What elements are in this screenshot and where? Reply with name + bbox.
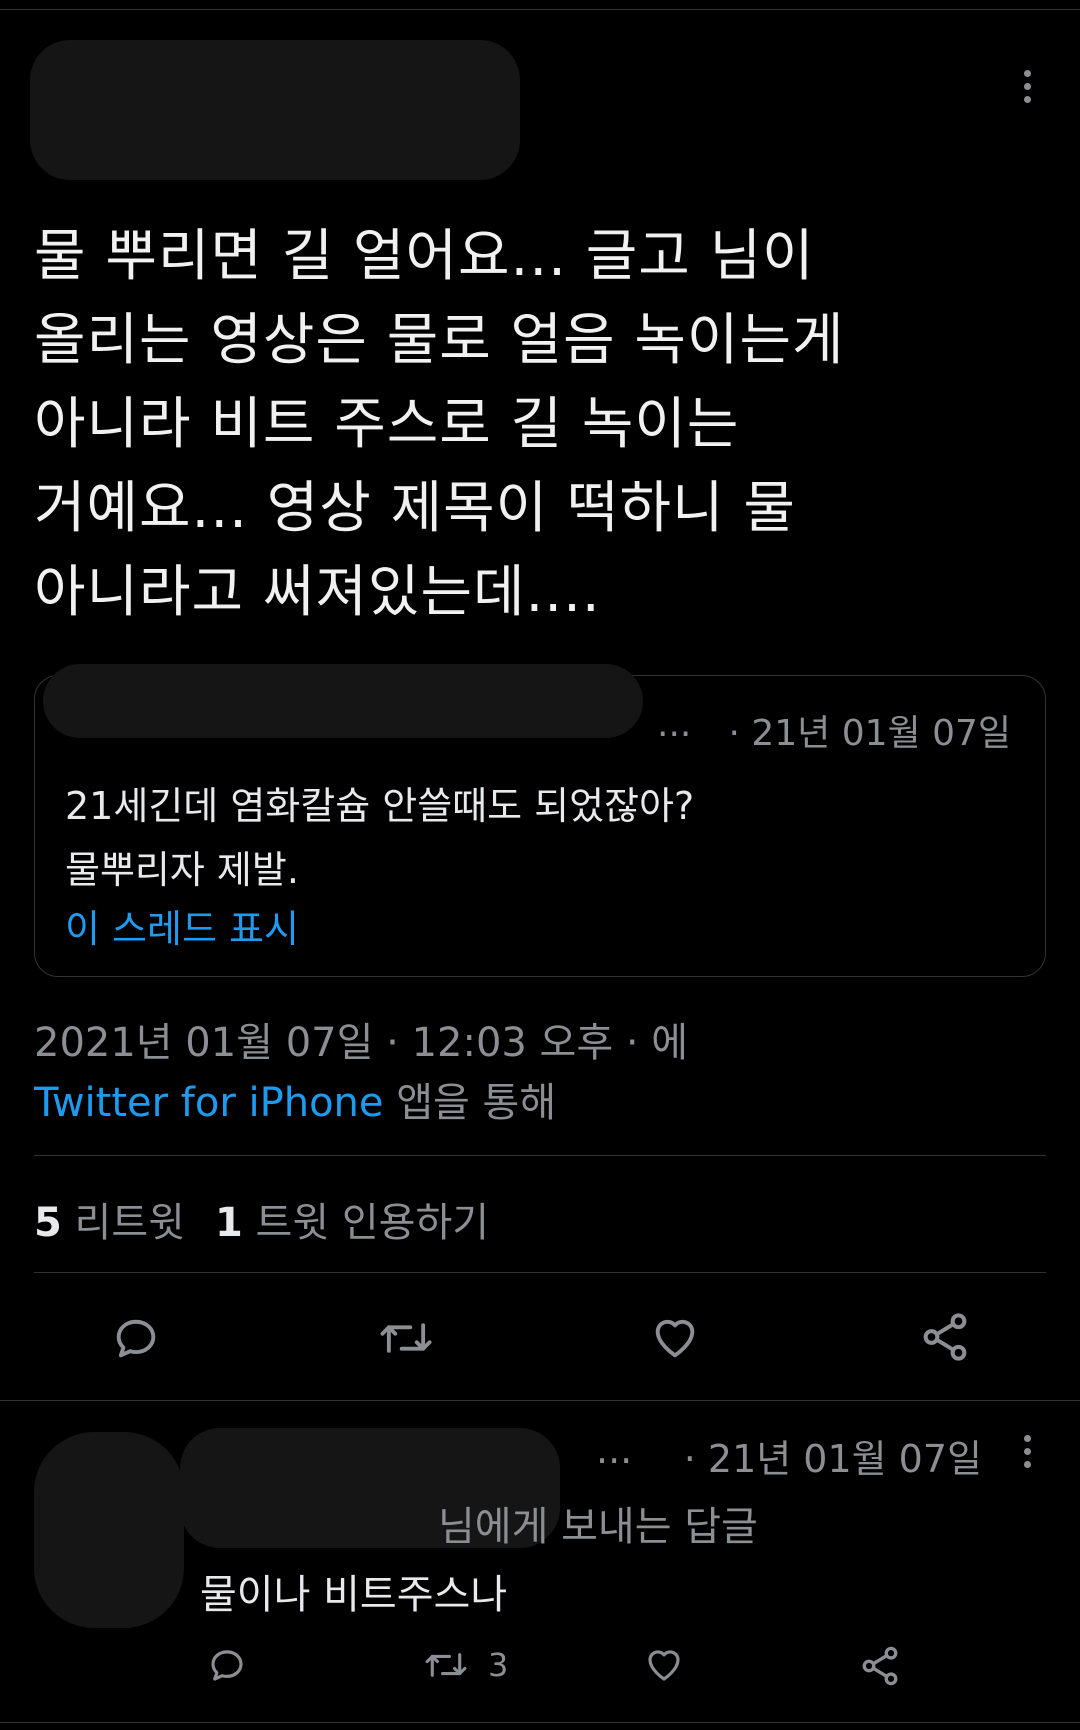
retweet-icon [380,1323,432,1353]
share-icon [862,1646,898,1686]
reply-retweet-count: 3 [488,1646,509,1684]
reply-avatar-redaction [34,1432,184,1628]
reply-icon [116,1319,156,1358]
reply-share-button[interactable] [858,1644,902,1688]
quoted-text-line: 21세긴데 염화칼슘 안쓸때도 되었잖아? [65,784,695,828]
retweets-stat[interactable]: 5 리트윗 [34,1200,185,1246]
source-app-link[interactable]: Twitter for iPhone [34,1080,384,1126]
reply-button[interactable] [110,1312,162,1364]
tweet-text: 물 뿌리면 길 얼어요... 글고 님이 올리는 영상은 물로 얼음 녹이는게 … [34,215,1034,635]
reply-date: · 21년 01월 07일 [683,1437,982,1481]
tweet-timestamp: 2021년 01월 07일 · 12:03 오후 · 에 [34,1020,689,1066]
quotes-count: 1 [214,1200,243,1246]
bottom-divider [0,1722,1080,1723]
quoted-tweet-card[interactable]: ... · 21년 01월 07일 21세긴데 염화칼슘 안쓸때도 되었잖아? … [34,664,1046,977]
retweets-count: 5 [34,1200,62,1246]
top-divider [0,9,1080,10]
share-button[interactable] [918,1310,972,1364]
tweet-source: Twitter for iPhone 앱을 통해 [34,1070,556,1128]
tweet-text-line: 아니라 비트 주스로 길 녹이는 [34,392,740,457]
tweet-text-line: 올리는 영상은 물로 얼음 녹이는게 [34,308,845,373]
reply-like-button[interactable] [642,1644,686,1686]
heart-icon [655,1319,695,1358]
quoted-author-truncation: ... [657,704,692,745]
source-suffix: 앱을 통해 [383,1080,557,1126]
reply-text: 물이나 비트주스나 [200,1572,508,1618]
retweets-label: 리트윗 [61,1200,185,1246]
tweet-text-line: 거예요... 영상 제목이 떡하니 물 [34,476,796,541]
reply-author-truncation: ... [596,1428,633,1472]
tweet-text-line: 아니라고 써져있는데.... [34,560,601,625]
quoted-text-line: 물뿌리자 제발. [65,848,299,892]
reply-reply-button[interactable] [206,1644,248,1686]
tweet-stats: 5 리트윗 1 트윗 인용하기 [34,1190,489,1248]
share-icon [923,1313,967,1361]
quotes-stat[interactable]: 1 트윗 인용하기 [215,1200,489,1246]
stats-divider-top [34,1155,1046,1156]
heart-icon [648,1650,680,1681]
quoted-author-redaction [43,664,643,738]
tweet-text-line: 물 뿌리면 길 얼어요... 글고 님이 [34,224,815,289]
like-button[interactable] [648,1312,702,1364]
replying-to: 님에게 보내는 답글 [438,1504,758,1550]
author-redaction [30,40,520,180]
quoted-tweet-date: · 21년 01월 07일 [728,713,1011,754]
reply-retweet-button[interactable] [422,1644,470,1686]
retweet-button[interactable] [376,1312,436,1364]
quotes-label: 트윗 인용하기 [242,1200,490,1246]
show-thread-link[interactable]: 이 스레드 표시 [65,898,299,953]
stats-divider-bottom [34,1272,1046,1273]
retweet-icon [425,1653,467,1677]
reply-more-options-icon[interactable] [1024,1435,1032,1474]
reply-icon [211,1650,243,1681]
thread-divider [0,1400,1080,1401]
more-options-icon[interactable] [1024,70,1032,109]
quoted-tweet-text: 21세긴데 염화칼슘 안쓸때도 되었잖아? 물뿌리자 제발. [65,774,965,902]
